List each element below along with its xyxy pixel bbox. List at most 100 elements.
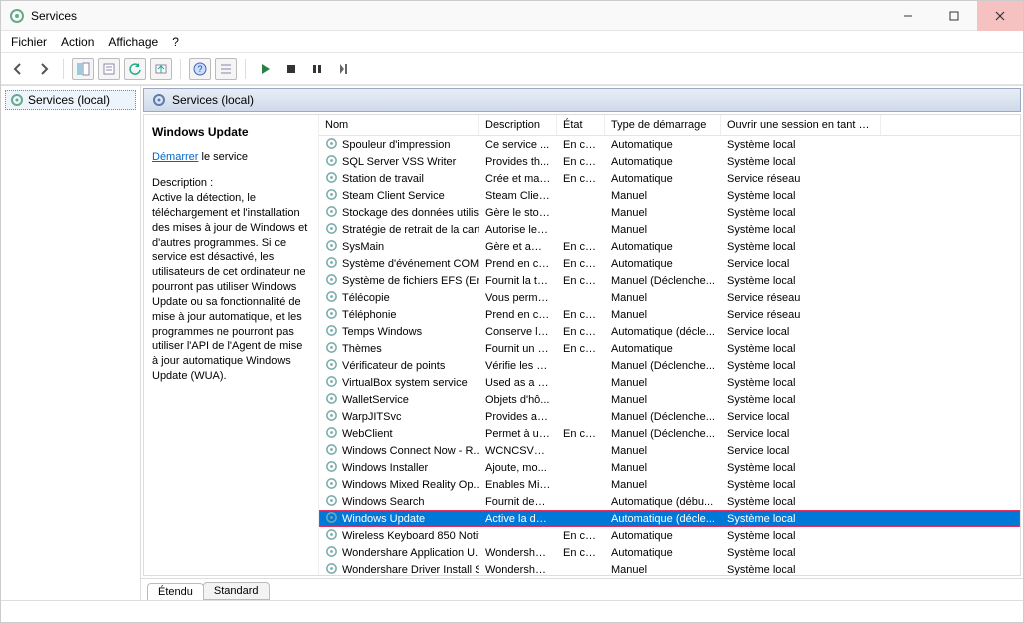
pause-service-button[interactable] [306, 58, 328, 80]
service-logon-cell: Système local [721, 377, 881, 389]
service-type-cell: Automatique [605, 156, 721, 168]
gear-icon [325, 511, 338, 527]
gear-icon [325, 256, 338, 272]
table-row[interactable]: Windows SearchFournit des ...Automatique… [319, 493, 1020, 510]
service-name-cell: Wireless Keyboard 850 Notif... [342, 530, 479, 542]
restart-service-button[interactable] [332, 58, 354, 80]
header-type[interactable]: Type de démarrage [605, 115, 721, 135]
service-desc-cell: Prend en ch... [479, 258, 557, 270]
window-frame: Services Fichier Action Affichage ? ? [0, 0, 1024, 623]
gear-icon [325, 562, 338, 576]
table-row[interactable]: SQL Server VSS WriterProvides th...En co… [319, 153, 1020, 170]
table-row[interactable]: VirtualBox system serviceUsed as a C...M… [319, 374, 1020, 391]
table-row[interactable]: Temps WindowsConserve la ...En co...Auto… [319, 323, 1020, 340]
service-name-cell: SQL Server VSS Writer [342, 156, 456, 168]
header-etat[interactable]: État [557, 115, 605, 135]
service-type-cell: Manuel [605, 462, 721, 474]
table-row[interactable]: Station de travailCrée et mai...En co...… [319, 170, 1020, 187]
forward-button[interactable] [33, 58, 55, 80]
table-row[interactable]: ThèmesFournit un s...En co...Automatique… [319, 340, 1020, 357]
back-button[interactable] [7, 58, 29, 80]
service-type-cell: Automatique [605, 258, 721, 270]
table-row[interactable]: Windows UpdateActive la dé...Automatique… [319, 510, 1020, 527]
table-row[interactable]: Spouleur d'impressionCe service ...En co… [319, 136, 1020, 153]
header-logon[interactable]: Ouvrir une session en tant que [721, 115, 881, 135]
service-etat-cell: En co... [557, 241, 605, 253]
service-type-cell: Manuel (Déclenche... [605, 428, 721, 440]
export-button[interactable] [150, 58, 172, 80]
service-type-cell: Manuel [605, 564, 721, 576]
service-name-cell: Spouleur d'impression [342, 139, 451, 151]
service-logon-cell: Système local [721, 156, 881, 168]
service-type-cell: Automatique [605, 530, 721, 542]
table-row[interactable]: Système d'événement COM+Prend en ch...En… [319, 255, 1020, 272]
table-row[interactable]: Windows InstallerAjoute, mo...ManuelSyst… [319, 459, 1020, 476]
maximize-button[interactable] [931, 1, 977, 31]
table-row[interactable]: WarpJITSvcProvides a JI...Manuel (Déclen… [319, 408, 1020, 425]
table-row[interactable]: Système de fichiers EFS (En...Fournit la… [319, 272, 1020, 289]
service-logon-cell: Service réseau [721, 173, 881, 185]
start-service-button[interactable] [254, 58, 276, 80]
service-desc-cell: Vérifie les e... [479, 360, 557, 372]
help-button[interactable]: ? [189, 58, 211, 80]
close-button[interactable] [977, 1, 1023, 31]
gear-icon [325, 290, 338, 306]
table-row[interactable]: Wireless Keyboard 850 Notif... En co...Au… [319, 527, 1020, 544]
table-row[interactable]: SysMainGère et amé...En co...Automatique… [319, 238, 1020, 255]
service-etat-cell: En co... [557, 530, 605, 542]
content-body: Windows Update Démarrer le service Descr… [143, 114, 1021, 576]
service-name-cell: Windows Update [342, 513, 425, 525]
table-row[interactable]: Windows Connect Now - R...WCNCSVC ...Man… [319, 442, 1020, 459]
nav-pane: Services (local) [1, 86, 141, 600]
start-service-suffix: le service [198, 151, 248, 163]
minimize-button[interactable] [885, 1, 931, 31]
gear-icon [325, 409, 338, 425]
properties-button[interactable] [98, 58, 120, 80]
service-type-cell: Manuel [605, 309, 721, 321]
refresh-button[interactable] [124, 58, 146, 80]
show-hide-tree-button[interactable] [72, 58, 94, 80]
main-area: Services (local) Services (local) Window… [1, 85, 1023, 600]
list-button[interactable] [215, 58, 237, 80]
status-bar [1, 600, 1023, 622]
menu-action[interactable]: Action [61, 35, 94, 49]
menu-help[interactable]: ? [172, 35, 179, 49]
nav-services-local[interactable]: Services (local) [5, 90, 136, 110]
service-name-cell: Vérificateur de points [342, 360, 445, 372]
table-row[interactable]: TéléphoniePrend en ch...En co...ManuelSe… [319, 306, 1020, 323]
service-type-cell: Automatique [605, 139, 721, 151]
table-row[interactable]: TélécopieVous perme...ManuelService rése… [319, 289, 1020, 306]
gear-icon [10, 93, 24, 107]
service-type-cell: Automatique [605, 343, 721, 355]
service-etat-cell: En co... [557, 428, 605, 440]
service-desc-cell: Provides th... [479, 156, 557, 168]
menu-file[interactable]: Fichier [11, 35, 47, 49]
service-desc-cell: Autorise le s... [479, 224, 557, 236]
table-row[interactable]: Stratégie de retrait de la cart...Autori… [319, 221, 1020, 238]
gear-icon [325, 375, 338, 391]
header-nom[interactable]: Nom [319, 115, 479, 135]
service-logon-cell: Système local [721, 564, 881, 576]
header-description[interactable]: Description [479, 115, 557, 135]
start-service-link[interactable]: Démarrer [152, 151, 198, 163]
table-row[interactable]: WebClientPermet à un...En co...Manuel (D… [319, 425, 1020, 442]
table-row[interactable]: WalletServiceObjets d'hô...ManuelSystème… [319, 391, 1020, 408]
menu-view[interactable]: Affichage [108, 35, 158, 49]
tab-standard[interactable]: Standard [203, 582, 270, 600]
content-pane: Services (local) Windows Update Démarrer… [141, 86, 1023, 600]
service-desc-cell: Gère et amé... [479, 241, 557, 253]
stop-service-button[interactable] [280, 58, 302, 80]
service-type-cell: Manuel [605, 224, 721, 236]
table-row[interactable]: Steam Client ServiceSteam Clien...Manuel… [319, 187, 1020, 204]
tab-extended[interactable]: Étendu [147, 583, 204, 600]
table-row[interactable]: Wondershare Application U...Wondershar..… [319, 544, 1020, 561]
service-logon-cell: Système local [721, 207, 881, 219]
service-logon-cell: Système local [721, 513, 881, 525]
table-row[interactable]: Wondershare Driver Install S...Wondersha… [319, 561, 1020, 575]
table-row[interactable]: Windows Mixed Reality Op...Enables Mix..… [319, 476, 1020, 493]
service-list[interactable]: Nom Description État Type de démarrage O… [319, 115, 1020, 575]
table-row[interactable]: Stockage des données utilis...Gère le st… [319, 204, 1020, 221]
service-desc-cell: Wondershar... [479, 564, 557, 576]
service-desc-cell: Ajoute, mo... [479, 462, 557, 474]
table-row[interactable]: Vérificateur de pointsVérifie les e...Ma… [319, 357, 1020, 374]
